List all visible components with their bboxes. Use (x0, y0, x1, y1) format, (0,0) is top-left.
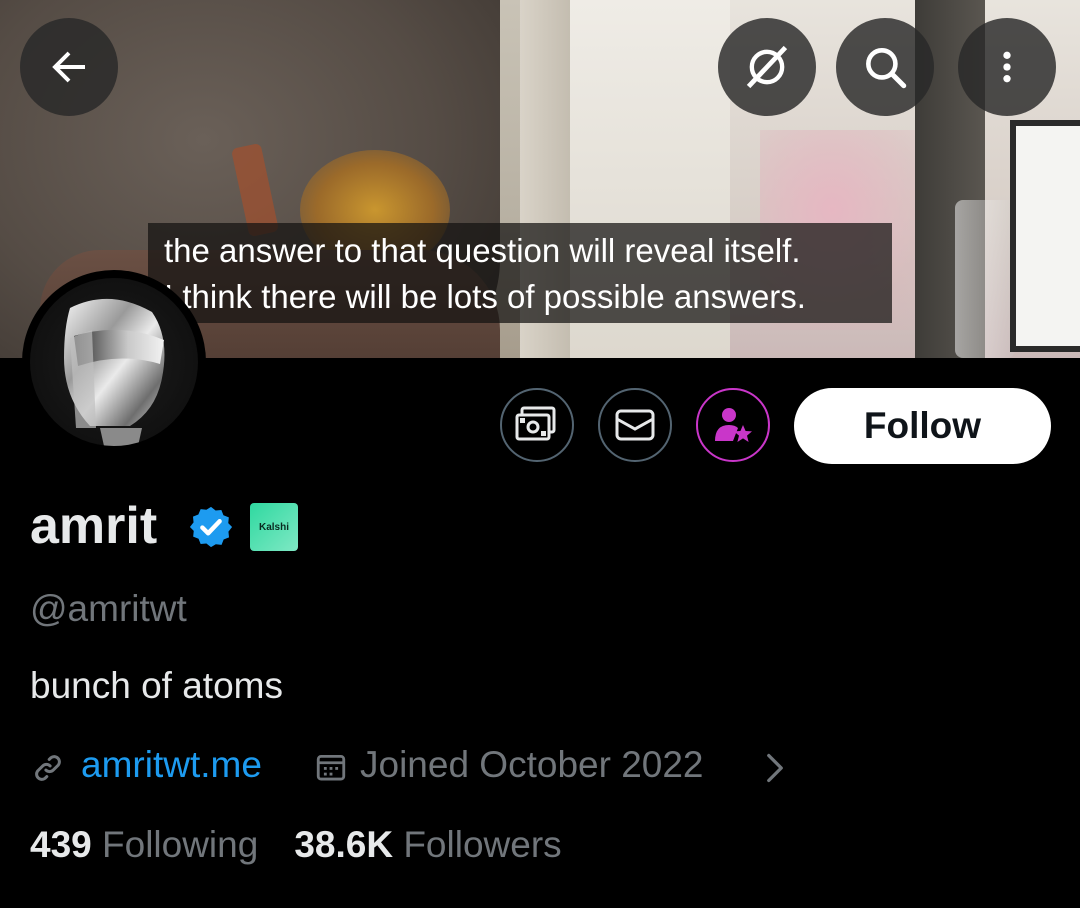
calendar-icon (316, 754, 346, 781)
subscribe-person-star-icon (715, 408, 752, 442)
grok-button[interactable] (718, 18, 816, 116)
affiliation-badge[interactable]: Kalshi (250, 503, 298, 551)
banner-glass (955, 200, 1015, 358)
affiliation-badge-label: Kalshi (258, 521, 289, 533)
search-icon (866, 48, 907, 89)
more-button[interactable] (958, 18, 1056, 116)
envelope-icon (615, 409, 655, 441)
following-count: 439 (30, 824, 92, 865)
handle: @amritwt (30, 588, 187, 629)
subscribe-button[interactable] (696, 388, 770, 462)
avatar-image (30, 278, 198, 446)
bio: bunch of atoms (30, 665, 283, 706)
chevron-right-icon[interactable] (760, 748, 790, 788)
follow-button[interactable]: Follow (794, 388, 1051, 464)
verified-badge-icon (189, 506, 233, 548)
avatar[interactable] (22, 270, 206, 454)
followers-count: 38.6K (294, 824, 394, 865)
tip-button[interactable] (500, 388, 574, 462)
message-button[interactable] (598, 388, 672, 462)
money-icon (515, 406, 556, 441)
more-vertical-icon (1003, 51, 1011, 83)
followers-label: Followers (403, 824, 562, 865)
follow-stats: 439 Following 38.6K Followers (30, 824, 562, 866)
search-button[interactable] (836, 18, 934, 116)
website-link[interactable]: amritwt.me (81, 744, 262, 786)
banner-caption-line-1: the answer to that question will reveal … (164, 232, 801, 269)
banner-caption-line-2: I think there will be lots of possible a… (164, 278, 806, 315)
chrome-helmet-icon (64, 298, 165, 446)
link-icon (35, 755, 61, 781)
grok-slash-icon (746, 45, 788, 89)
joined-date: Joined October 2022 (360, 744, 704, 785)
banner-screen (1010, 120, 1080, 352)
display-name: amrit (30, 497, 158, 555)
back-button[interactable] (20, 18, 118, 116)
arrow-left-icon (52, 51, 85, 83)
following-label: Following (102, 824, 259, 865)
followers-stat[interactable]: 38.6K Followers (294, 824, 561, 866)
following-stat[interactable]: 439 Following (30, 824, 258, 866)
